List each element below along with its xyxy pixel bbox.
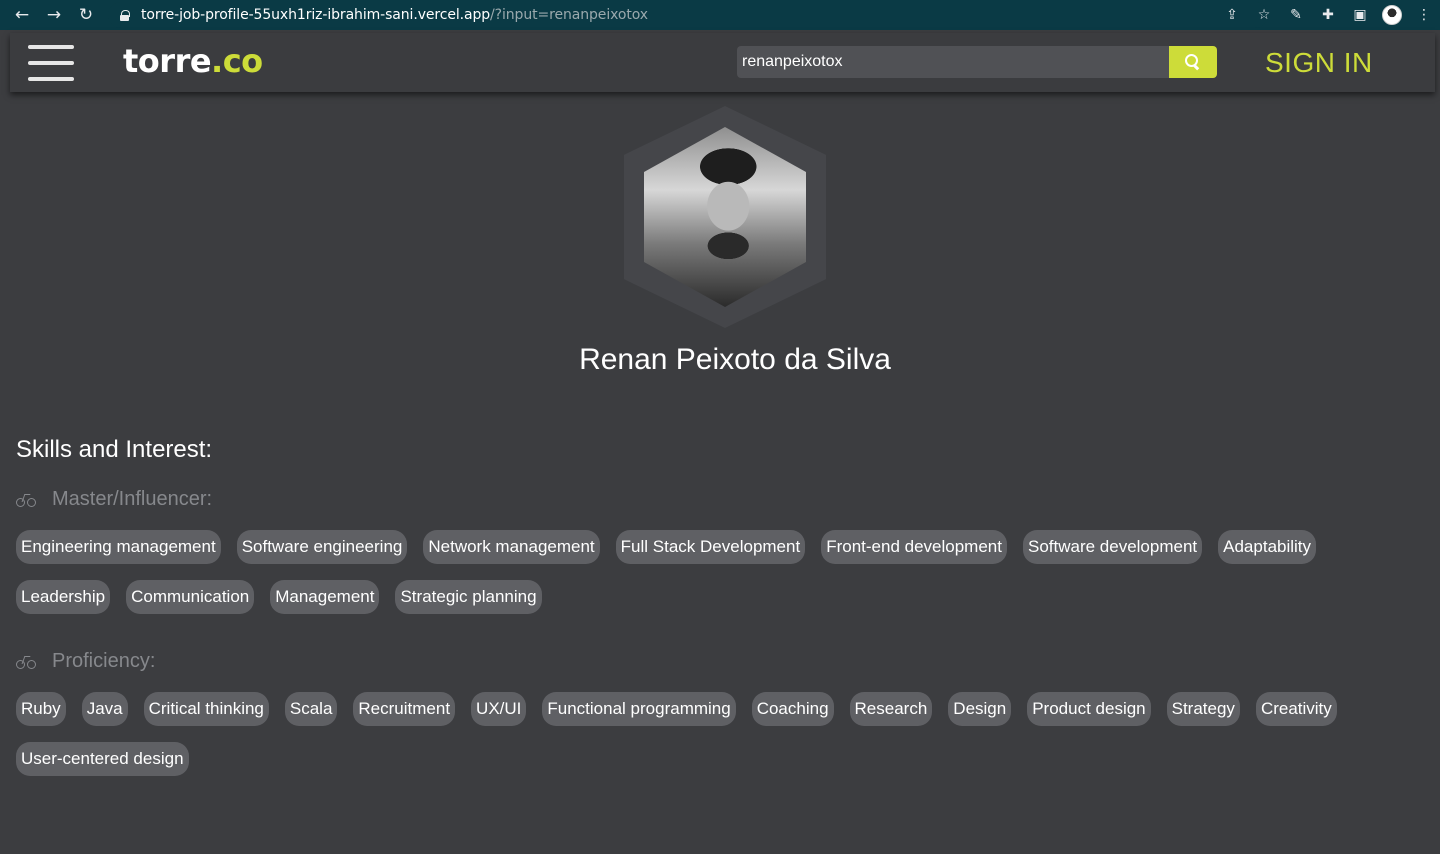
logo-main: torre [123, 42, 212, 80]
skill-chip[interactable]: UX/UI [471, 692, 527, 726]
skill-chip[interactable]: User-centered design [16, 742, 189, 776]
forward-arrow-icon[interactable]: → [38, 0, 70, 30]
skill-chip[interactable]: Strategic planning [395, 580, 542, 614]
skill-chip[interactable]: Full Stack Development [615, 530, 806, 564]
skill-chip[interactable]: Leadership [16, 580, 111, 614]
browser-toolbar: ← → ↻ torre-job-profile-55uxh1riz-ibrahi… [0, 0, 1440, 30]
sign-in-button[interactable]: SIGN IN [1265, 47, 1373, 79]
skill-chip[interactable]: Engineering management [16, 530, 221, 564]
skill-chip[interactable]: Design [948, 692, 1012, 726]
lock-icon [120, 9, 130, 21]
skill-chip[interactable]: Network management [423, 530, 600, 564]
skill-chip[interactable]: Scala [284, 692, 338, 726]
logo-accent: .co [211, 42, 263, 80]
master-group-label: Master/Influencer: [16, 488, 212, 511]
skill-chip[interactable]: Java [81, 692, 128, 726]
proficiency-skill-list: Ruby Java Critical thinking Scala Recruitmen… [16, 692, 1416, 776]
reload-icon[interactable]: ↻ [70, 0, 102, 30]
skill-chip[interactable]: Creativity [1255, 692, 1337, 726]
master-skill-list: Engineering management Software engineeri… [16, 530, 1416, 614]
search-button[interactable] [1169, 46, 1217, 78]
profile-avatar[interactable] [1376, 0, 1408, 30]
puzzle-extension-icon[interactable]: ✚ [1312, 0, 1344, 30]
skill-chip[interactable]: Management [270, 580, 380, 614]
bike-icon [16, 493, 36, 507]
share-icon[interactable]: ⇪ [1216, 0, 1248, 30]
star-icon[interactable]: ☆ [1248, 0, 1280, 30]
skill-chip[interactable]: Functional programming [542, 692, 736, 726]
skill-chip[interactable]: Front-end development [821, 530, 1007, 564]
profile-avatar-hexagon [624, 106, 826, 328]
back-arrow-icon[interactable]: ← [6, 0, 38, 30]
skill-chip[interactable]: Research [849, 692, 933, 726]
bike-icon [16, 655, 36, 669]
logo[interactable]: torre.co [123, 42, 263, 80]
pen-extension-icon[interactable]: ✎ [1280, 0, 1312, 30]
url-host: torre-job-profile-55uxh1riz-ibrahim-sani… [141, 7, 491, 23]
url-path: /?input=renanpeixotox [490, 7, 648, 23]
skill-chip[interactable]: Communication [126, 580, 255, 614]
address-bar[interactable]: torre-job-profile-55uxh1riz-ibrahim-sani… [108, 2, 1268, 28]
proficiency-label-text: Proficiency: [52, 650, 156, 672]
search-input[interactable] [737, 46, 1169, 78]
skill-chip[interactable]: Adaptability [1218, 530, 1317, 564]
skill-chip[interactable]: Software engineering [236, 530, 408, 564]
app-header: torre.co SIGN IN [10, 33, 1435, 92]
kebab-menu-icon[interactable]: ⋮ [1408, 0, 1440, 30]
skill-chip[interactable]: Product design [1027, 692, 1151, 726]
skills-heading: Skills and Interest: [16, 436, 213, 463]
side-panel-icon[interactable]: ▣ [1344, 0, 1376, 30]
skill-chip[interactable]: Recruitment [353, 692, 456, 726]
skill-chip[interactable]: Critical thinking [143, 692, 269, 726]
skill-chip[interactable]: Strategy [1166, 692, 1240, 726]
profile-name: Renan Peixoto da Silva [579, 343, 891, 376]
hamburger-menu-icon[interactable] [28, 45, 74, 83]
master-label-text: Master/Influencer: [52, 488, 213, 510]
skill-chip[interactable]: Coaching [751, 692, 834, 726]
skill-chip[interactable]: Software development [1022, 530, 1203, 564]
search-icon [1185, 54, 1201, 70]
skill-chip[interactable]: Ruby [16, 692, 66, 726]
proficiency-group-label: Proficiency: [16, 650, 155, 673]
